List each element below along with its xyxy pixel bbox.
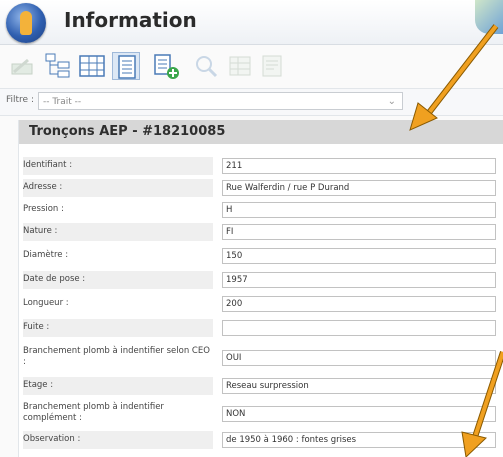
filter-label: Filtre :	[6, 95, 34, 105]
field-label: Branchement plomb à indentifier selon CE…	[23, 346, 210, 367]
field-value-input[interactable]: de 1950 à 1960 : fontes grises	[222, 432, 496, 448]
field-row-identifiant: Identifiant : 211	[19, 157, 503, 175]
field-label: Adresse :	[23, 179, 213, 197]
field-label: Identifiant :	[23, 157, 213, 175]
field-label: Date de pose :	[23, 271, 213, 289]
field-label: Longueur :	[23, 298, 69, 308]
filter-bar: Filtre : -- Trait -- ⌄	[0, 88, 503, 116]
panel-title: Tronçons AEP - #18210085	[29, 124, 226, 139]
clear-selection-icon[interactable]	[8, 52, 36, 80]
toolbar	[0, 46, 503, 86]
export-icon[interactable]	[152, 52, 180, 80]
field-row-etage: Etage : Reseau surpression	[19, 377, 503, 395]
field-label: Etage :	[23, 377, 213, 395]
field-row-adresse: Adresse : Rue Walferdin / rue P Durand	[19, 179, 503, 197]
field-value-input[interactable]: OUI	[222, 350, 496, 366]
information-app-icon	[6, 3, 46, 43]
grid-view-icon[interactable]	[78, 52, 106, 80]
field-value-input[interactable]: NON	[222, 406, 496, 422]
field-row-longueur: Longueur : 200	[19, 295, 503, 313]
field-label: Nature :	[23, 223, 213, 241]
field-label: Observation :	[23, 431, 213, 449]
field-value-input[interactable]: 200	[222, 296, 496, 312]
panel-header: Tronçons AEP - #18210085	[19, 120, 503, 144]
field-label: Fuite :	[23, 319, 213, 337]
field-row-date-de-pose: Date de pose : 1957	[19, 271, 503, 289]
table-icon[interactable]	[226, 52, 254, 80]
chevron-down-icon: ⌄	[387, 96, 396, 107]
details-panel: Tronçons AEP - #18210085 Identifiant : 2…	[18, 120, 503, 457]
filter-select[interactable]: -- Trait -- ⌄	[38, 92, 403, 110]
field-value-input[interactable]: 150	[222, 248, 496, 264]
field-row-nature: Nature : FI	[19, 223, 503, 241]
field-value-input[interactable]: H	[222, 202, 496, 218]
field-row-observation: Observation : de 1950 à 1960 : fontes gr…	[19, 431, 503, 449]
field-value-input[interactable]	[222, 320, 496, 336]
report-icon[interactable]	[258, 52, 286, 80]
form-view-icon[interactable]	[112, 52, 140, 80]
field-label: Pression :	[23, 204, 64, 214]
window-title: Information	[64, 8, 197, 32]
field-label: Diamètre :	[23, 250, 69, 260]
filter-selected-value: -- Trait --	[43, 97, 82, 107]
field-row-branchement-plomb-ceo: Branchement plomb à indentifier selon CE…	[19, 343, 503, 373]
field-value-input[interactable]: Reseau surpression	[222, 378, 496, 394]
tree-view-icon[interactable]	[44, 52, 72, 80]
field-row-fuite: Fuite :	[19, 319, 503, 337]
field-row-diametre: Diamètre : 150	[19, 247, 503, 265]
window-header: Information	[0, 0, 503, 45]
field-label: Branchement plomb à indentifier compléme…	[23, 402, 164, 423]
corner-tool-icon[interactable]	[475, 0, 503, 34]
zoom-icon[interactable]	[192, 52, 220, 80]
information-window: Information Filtre : -- Trait -- ⌄ Tronç…	[0, 0, 503, 457]
field-row-pression: Pression : H	[19, 201, 503, 219]
field-value-input[interactable]: FI	[222, 224, 496, 240]
field-value-input[interactable]: Rue Walferdin / rue P Durand	[222, 180, 496, 196]
field-value-input[interactable]: 1957	[222, 272, 496, 288]
field-value-input[interactable]: 211	[222, 158, 496, 174]
field-row-branchement-plomb-complement: Branchement plomb à indentifier compléme…	[19, 399, 503, 429]
